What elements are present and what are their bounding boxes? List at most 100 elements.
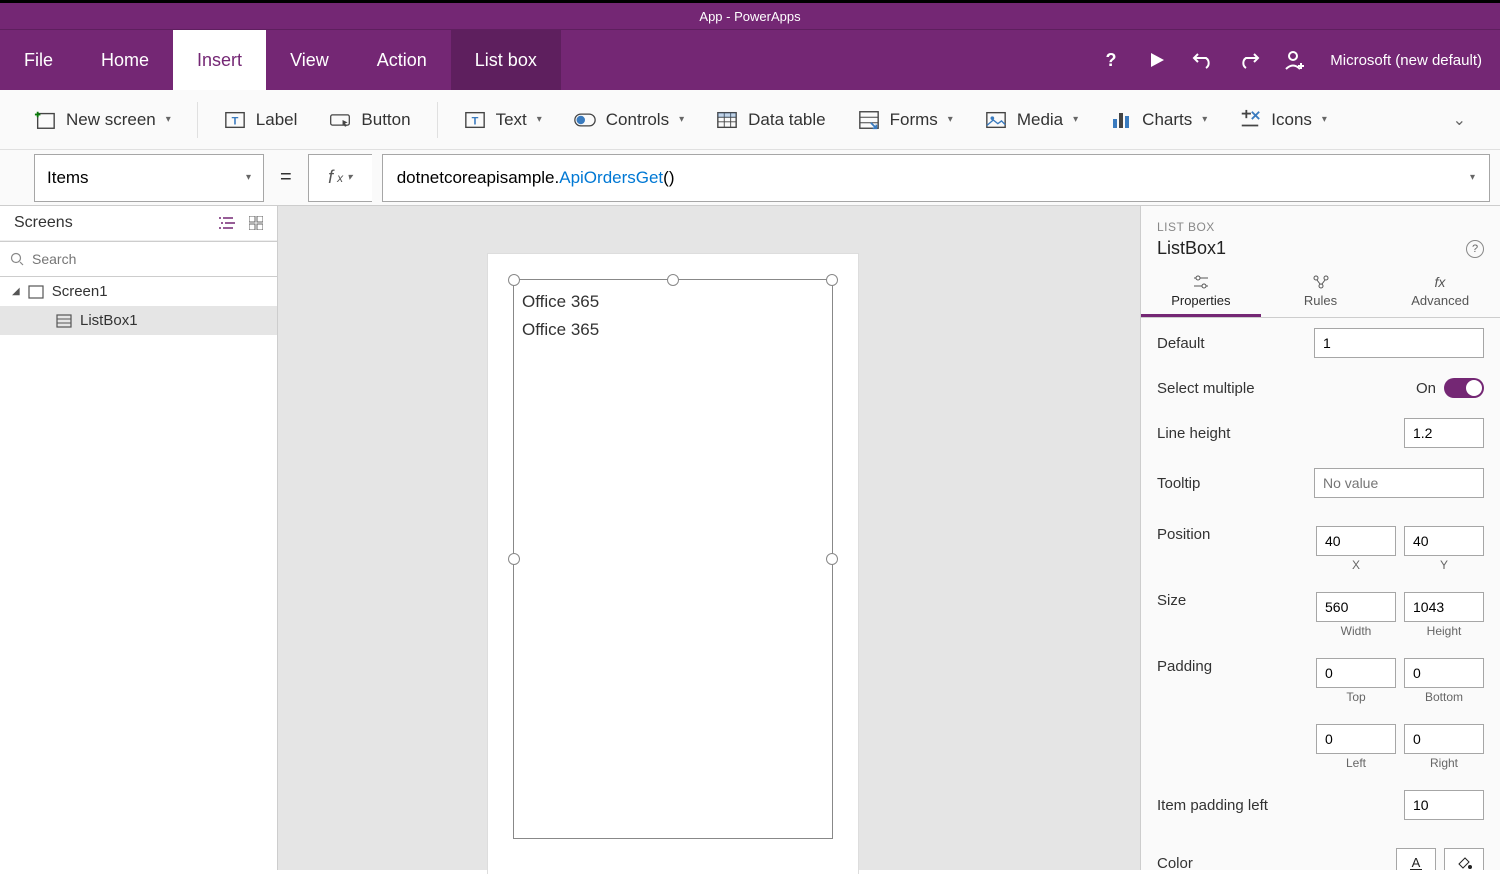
label-button[interactable]: T Label <box>210 103 312 137</box>
fill-color-icon <box>1455 854 1473 870</box>
undo-icon[interactable] <box>1192 49 1214 71</box>
media-button[interactable]: Media ▾ <box>971 103 1092 137</box>
tree-search[interactable] <box>0 241 277 277</box>
prop-select-multiple-label: Select multiple <box>1157 380 1416 397</box>
chevron-down-icon: ▾ <box>1073 114 1078 125</box>
svg-text:A: A <box>1412 855 1421 870</box>
play-icon[interactable] <box>1146 49 1168 71</box>
chevron-down-icon: ▾ <box>537 114 542 125</box>
search-icon <box>10 252 24 266</box>
select-multiple-toggle[interactable] <box>1444 378 1484 398</box>
padding-bottom-input[interactable] <box>1404 658 1484 688</box>
prop-default-label: Default <box>1157 335 1314 352</box>
redo-icon[interactable] <box>1238 49 1260 71</box>
props-tabs: Properties Rules fx Advanced <box>1141 267 1500 318</box>
chevron-down-icon: ▾ <box>948 114 953 125</box>
prop-default-input[interactable] <box>1314 328 1484 358</box>
resize-handle[interactable] <box>826 274 838 286</box>
user-label[interactable]: Microsoft (new default) <box>1330 52 1482 69</box>
fx-button[interactable]: fx ▾ <box>308 154 372 202</box>
font-color-button[interactable]: A <box>1396 848 1436 870</box>
forms-button[interactable]: Forms ▾ <box>844 103 967 137</box>
button-button[interactable]: Button <box>315 103 424 137</box>
rules-icon <box>1312 273 1330 291</box>
fx-icon: fx <box>1431 273 1449 291</box>
props-tab-properties[interactable]: Properties <box>1141 267 1261 317</box>
forms-icon <box>858 109 880 131</box>
position-y-input[interactable] <box>1404 526 1484 556</box>
tree-grid-icon[interactable] <box>249 216 263 230</box>
ribbon-header: File Home Insert View Action List box ? … <box>0 30 1500 90</box>
item-padding-left-input[interactable] <box>1404 790 1484 820</box>
resize-handle[interactable] <box>508 553 520 565</box>
chevron-down-icon: ▾ <box>1470 172 1475 183</box>
help-icon[interactable]: ? <box>1466 240 1484 258</box>
equals-sign: = <box>274 166 298 189</box>
new-screen-icon <box>34 109 56 131</box>
tab-home[interactable]: Home <box>77 30 173 90</box>
prop-position-label: Position <box>1157 526 1316 543</box>
resize-handle[interactable] <box>826 553 838 565</box>
collapse-icon: ◢ <box>12 286 20 297</box>
tab-file[interactable]: File <box>0 30 77 90</box>
data-table-button[interactable]: Data table <box>702 103 840 137</box>
insert-toolbar: New screen ▾ T Label Button T Text ▾ Con… <box>0 90 1500 150</box>
prop-color-label: Color <box>1157 855 1396 871</box>
prop-tooltip-label: Tooltip <box>1157 475 1314 492</box>
artboard[interactable]: Office 365 Office 365 <box>488 254 858 874</box>
prop-line-height-label: Line height <box>1157 425 1404 442</box>
size-height-input[interactable] <box>1404 592 1484 622</box>
charts-icon <box>1110 109 1132 131</box>
chevron-down-icon: ▾ <box>347 172 352 183</box>
tab-insert[interactable]: Insert <box>173 30 266 90</box>
text-icon: T <box>464 109 486 131</box>
label-icon: T <box>224 109 246 131</box>
listbox-item[interactable]: Office 365 <box>514 316 832 344</box>
tab-action[interactable]: Action <box>353 30 451 90</box>
resize-handle[interactable] <box>667 274 679 286</box>
fill-color-button[interactable] <box>1444 848 1484 870</box>
tree-node-listbox1[interactable]: ListBox1 <box>0 306 277 335</box>
svg-text:?: ? <box>1106 50 1117 70</box>
prop-item-padding-left-label: Item padding left <box>1157 797 1404 814</box>
padding-right-input[interactable] <box>1404 724 1484 754</box>
svg-text:T: T <box>231 115 238 127</box>
icons-button[interactable]: Icons ▾ <box>1225 103 1341 137</box>
titlebar: App - PowerApps <box>0 0 1500 30</box>
text-button[interactable]: T Text ▾ <box>450 103 556 137</box>
listbox-control[interactable]: Office 365 Office 365 <box>513 279 833 839</box>
account-icon[interactable] <box>1284 49 1306 71</box>
tree-search-input[interactable] <box>32 251 267 267</box>
padding-top-input[interactable] <box>1316 658 1396 688</box>
property-selector[interactable]: Items ▾ <box>34 154 264 202</box>
listbox-icon <box>56 314 72 328</box>
props-tab-rules[interactable]: Rules <box>1261 267 1381 317</box>
chevron-down-icon: ▾ <box>679 114 684 125</box>
resize-handle[interactable] <box>508 274 520 286</box>
size-width-input[interactable] <box>1316 592 1396 622</box>
properties-panel: LIST BOX ListBox1 ? Properties Rules fx … <box>1140 206 1500 870</box>
chevron-down-icon: ▾ <box>246 172 251 183</box>
toggle-state-label: On <box>1416 380 1436 397</box>
control-type-label: LIST BOX <box>1141 206 1500 234</box>
tree-list-icon[interactable] <box>219 216 235 230</box>
prop-line-height-input[interactable] <box>1404 418 1484 448</box>
tab-listbox-context[interactable]: List box <box>451 30 561 90</box>
props-tab-advanced[interactable]: fx Advanced <box>1380 267 1500 317</box>
prop-tooltip-input[interactable] <box>1314 468 1484 498</box>
toolbar-expand[interactable]: ⌄ <box>1439 104 1480 136</box>
listbox-item[interactable]: Office 365 <box>514 288 832 316</box>
ribbon-tabs: File Home Insert View Action List box <box>0 30 561 90</box>
canvas[interactable]: Office 365 Office 365 <box>278 206 1140 870</box>
padding-left-input[interactable] <box>1316 724 1396 754</box>
charts-button[interactable]: Charts ▾ <box>1096 103 1221 137</box>
formula-input[interactable]: dotnetcoreapisample.ApiOrdersGet() ▾ <box>382 154 1490 202</box>
svg-text:fx: fx <box>1435 274 1447 290</box>
position-x-input[interactable] <box>1316 526 1396 556</box>
tab-view[interactable]: View <box>266 30 353 90</box>
controls-button[interactable]: Controls ▾ <box>560 103 698 137</box>
new-screen-button[interactable]: New screen ▾ <box>20 103 185 137</box>
button-icon <box>329 109 351 131</box>
help-icon[interactable]: ? <box>1100 49 1122 71</box>
tree-node-screen1[interactable]: ◢ Screen1 <box>0 277 277 306</box>
